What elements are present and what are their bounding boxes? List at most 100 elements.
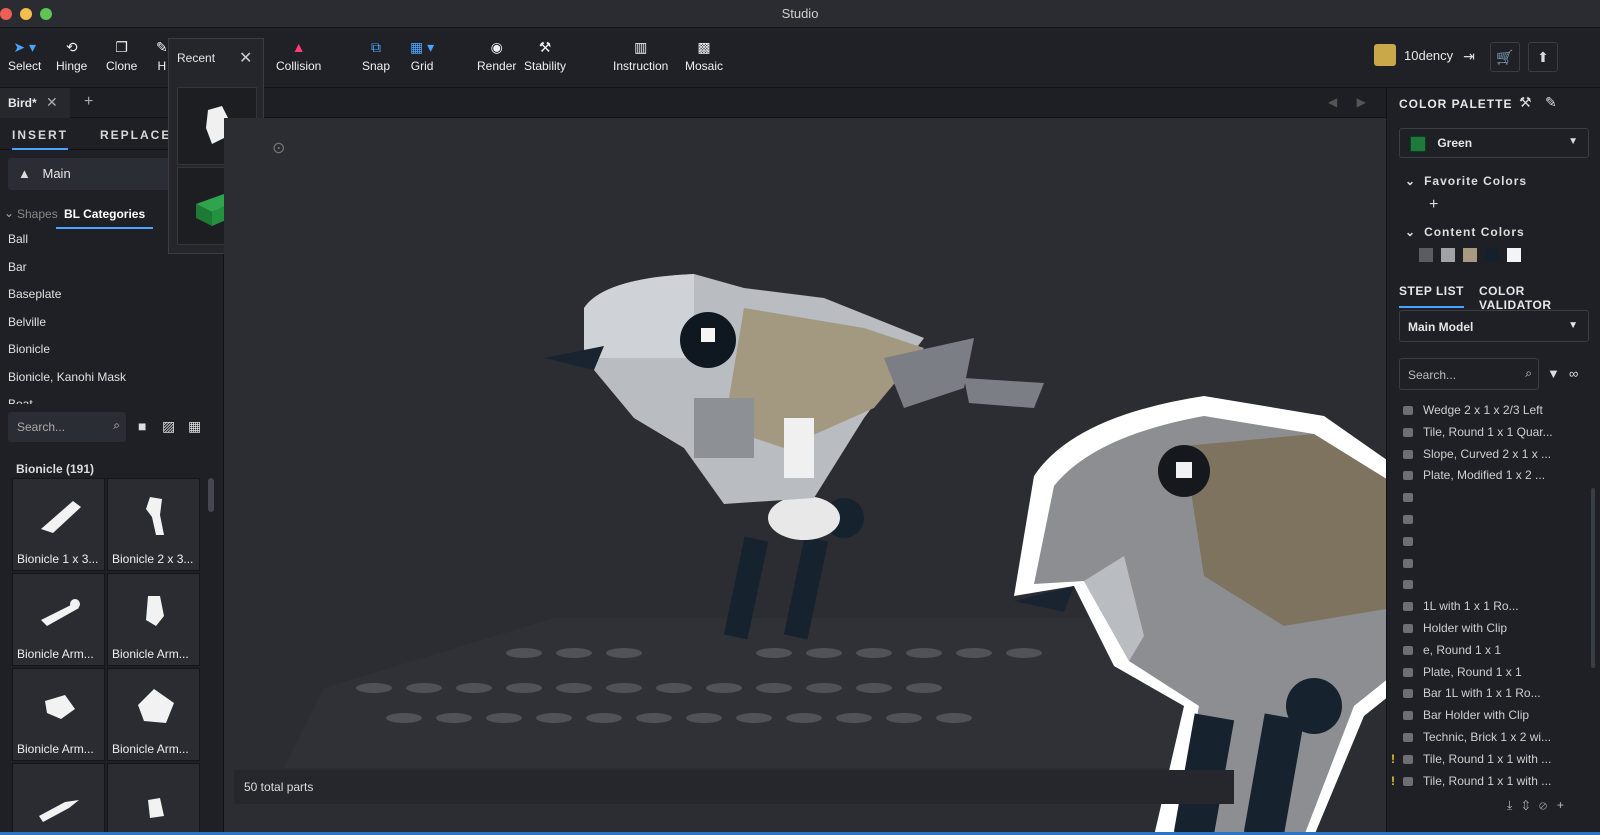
list-item[interactable]: e, Round 1 x 1: [1387, 640, 1600, 662]
list-item[interactable]: 1L with 1 x 1 Ro...: [1387, 596, 1600, 618]
tab-color-validator[interactable]: COLOR VALIDATOR: [1479, 284, 1600, 312]
collapse-icon[interactable]: ⤓: [1507, 798, 1522, 812]
list-item[interactable]: [1387, 531, 1600, 553]
list-item[interactable]: [1387, 553, 1600, 575]
step-search-placeholder: Search...: [1408, 368, 1457, 382]
user-account[interactable]: 10dency: [1374, 44, 1453, 66]
list-item[interactable]: Bar 1L with 1 x 1 Ro...: [1387, 683, 1600, 705]
step-list-scrollbar[interactable]: [1591, 488, 1595, 668]
render-tool-button[interactable]: ◉ Render: [477, 38, 516, 73]
instruction-tool-button[interactable]: ▥ Instruction: [613, 38, 668, 73]
add-color-icon[interactable]: +: [1429, 196, 1438, 214]
grid-tool-button[interactable]: ▦ ▾ Grid: [410, 38, 434, 73]
part-tile[interactable]: Bionicle Arm...: [107, 573, 200, 666]
tab-step-list[interactable]: STEP LIST: [1399, 284, 1464, 308]
glasses-icon[interactable]: ∞: [1569, 366, 1578, 381]
tab-shapes[interactable]: Shapes: [17, 207, 58, 221]
chevron-down-icon[interactable]: ⌄: [4, 206, 14, 220]
list-item[interactable]: ! Tile, Round 1 x 1 with ...: [1387, 749, 1600, 771]
panel-title: COLOR PALETTE: [1399, 97, 1513, 111]
part-tile[interactable]: [12, 763, 105, 835]
search-icon[interactable]: ⌕: [113, 418, 120, 433]
favorite-colors-section[interactable]: ⌄ Favorite Colors: [1405, 174, 1527, 188]
tab-bl-categories[interactable]: BL Categories: [56, 207, 154, 229]
paint-roller-icon[interactable]: ⚒: [1519, 94, 1532, 111]
part-tile[interactable]: [107, 763, 200, 835]
tab-nav-arrows-icon[interactable]: ◀ ▶: [1328, 95, 1374, 109]
parts-scrollbar[interactable]: [208, 478, 214, 512]
list-item[interactable]: Baseplate: [0, 283, 224, 311]
tab-replace[interactable]: REPLACE: [100, 128, 171, 142]
brick-icon: [1403, 558, 1413, 568]
color-swatch[interactable]: [1485, 248, 1499, 262]
user-name: 10dency: [1404, 47, 1454, 63]
expand-icon[interactable]: ⇕: [1522, 798, 1539, 812]
collision-tool-button[interactable]: ▲ Collision: [276, 38, 321, 73]
list-item[interactable]: Bionicle: [0, 338, 224, 366]
upload-icon[interactable]: ⬆: [1528, 42, 1558, 72]
hide-label: H: [157, 59, 167, 73]
favorite-colors-label: Favorite Colors: [1424, 174, 1528, 188]
part-tile[interactable]: Bionicle 2 x 3...: [107, 478, 200, 571]
stability-tool-button[interactable]: ⚒ Stability: [524, 38, 566, 73]
eyedropper-icon[interactable]: ✎: [1545, 94, 1557, 111]
color-swatch[interactable]: [1463, 248, 1477, 262]
add-icon[interactable]: +: [1557, 798, 1574, 812]
color-swatch[interactable]: [1507, 248, 1521, 262]
cart-icon[interactable]: 🛒: [1490, 42, 1520, 72]
part-tile[interactable]: Bionicle Arm...: [12, 668, 105, 761]
list-item[interactable]: Bar Holder with Clip: [1387, 705, 1600, 727]
brick-icon: [1403, 449, 1413, 459]
parts-search-input[interactable]: Search... ⌕: [8, 412, 126, 442]
hide-tool-button[interactable]: ✎ H: [156, 38, 168, 73]
clone-tool-button[interactable]: ❐ Clone: [106, 38, 137, 73]
list-item[interactable]: Bionicle, Kanohi Mask: [0, 366, 224, 394]
color-swatch[interactable]: [1441, 248, 1455, 262]
list-item[interactable]: [1387, 509, 1600, 531]
step-search-input[interactable]: Search... ⌕: [1399, 358, 1539, 390]
color-swatch[interactable]: [1419, 248, 1433, 262]
pattern-view-icon[interactable]: ▨: [162, 418, 175, 435]
logout-icon[interactable]: ⇥: [1454, 42, 1484, 72]
snap-tool-button[interactable]: ⧉ Snap: [362, 38, 390, 73]
content-colors-section[interactable]: ⌄ Content Colors: [1405, 225, 1525, 239]
instruction-icon: ▥: [634, 39, 648, 55]
search-icon[interactable]: ⌕: [1525, 366, 1532, 381]
tile-view-icon[interactable]: ■: [138, 418, 146, 434]
part-tile[interactable]: Bionicle 1 x 3...: [12, 478, 105, 571]
tab-bird[interactable]: Bird* ✕: [0, 88, 70, 118]
color-select[interactable]: Green ▼: [1399, 128, 1589, 158]
hide-icon[interactable]: ⊘: [1539, 798, 1557, 812]
part-tile[interactable]: Bionicle Arm...: [12, 573, 105, 666]
list-item[interactable]: [1387, 487, 1600, 509]
list-item[interactable]: Technic, Brick 1 x 2 wi...: [1387, 727, 1600, 749]
list-item[interactable]: Slope, Curved 2 x 1 x ...: [1387, 444, 1600, 466]
list-item[interactable]: ! Tile, Round 1 x 1 with ...: [1387, 771, 1600, 793]
list-item[interactable]: Tile, Round 1 x 1 Quar...: [1387, 422, 1600, 444]
list-item[interactable]: Wedge 2 x 1 x 2/3 Left: [1387, 400, 1600, 422]
filter-icon[interactable]: ▼: [1547, 366, 1560, 381]
mosaic-tool-button[interactable]: ▩ Mosaic: [685, 38, 723, 73]
list-item[interactable]: Belville: [0, 311, 224, 339]
recent-title: Recent: [177, 51, 216, 65]
part-tile[interactable]: Bionicle Arm...: [107, 668, 200, 761]
step-label: Holder with Clip: [1423, 620, 1508, 635]
list-item[interactable]: Plate, Round 1 x 1: [1387, 662, 1600, 684]
grid-view-icon[interactable]: ▦: [188, 418, 201, 435]
add-tab-icon[interactable]: +: [84, 93, 93, 111]
hinge-tool-button[interactable]: ⟲ Hinge: [56, 38, 87, 73]
close-icon[interactable]: ✕: [239, 48, 252, 68]
part-tile-label: Bionicle Arm...: [17, 742, 94, 756]
model-select[interactable]: Main Model ▼: [1399, 310, 1589, 342]
cursor-icon: ➤ ▾: [13, 39, 36, 55]
list-item[interactable]: Boat: [0, 393, 224, 404]
list-item[interactable]: Bar: [0, 256, 224, 284]
3d-viewport[interactable]: ⊙ 50 total parts: [224, 118, 1386, 835]
tab-insert[interactable]: INSERT: [12, 128, 69, 150]
select-tool-button[interactable]: ➤ ▾ Select: [8, 38, 41, 73]
list-item[interactable]: Holder with Clip: [1387, 618, 1600, 640]
list-item[interactable]: Plate, Modified 1 x 2 ...: [1387, 465, 1600, 487]
brick-icon: [1403, 536, 1413, 546]
list-item[interactable]: [1387, 574, 1600, 596]
close-tab-icon[interactable]: ✕: [46, 94, 58, 111]
